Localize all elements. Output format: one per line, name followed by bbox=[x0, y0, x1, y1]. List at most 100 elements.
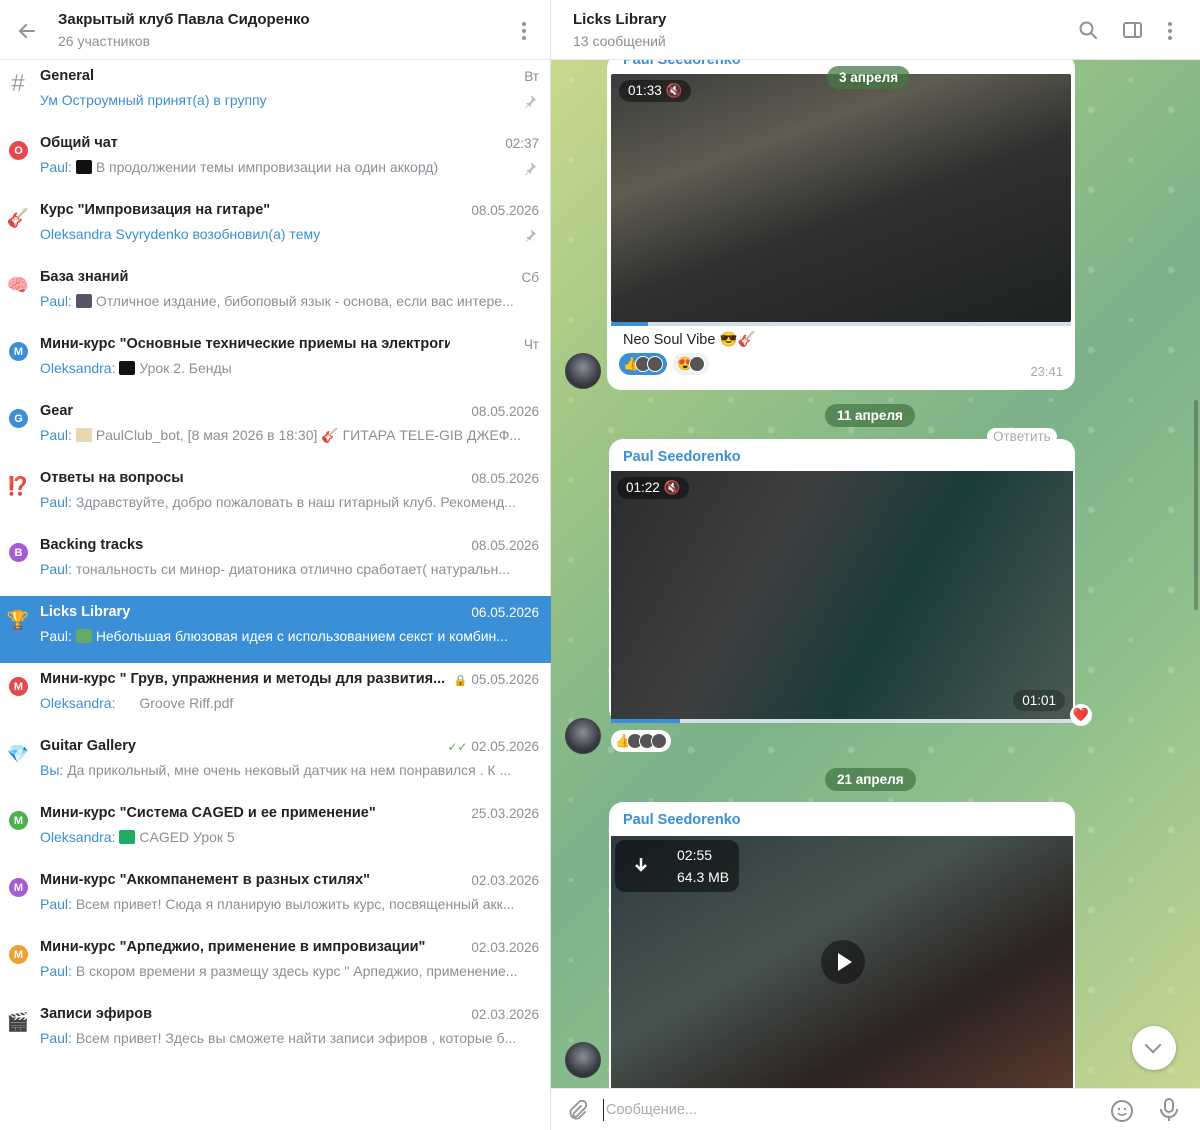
chat-title[interactable]: Licks Library bbox=[573, 11, 666, 28]
topic-name: Мини-курс "Основные технические приемы н… bbox=[40, 336, 450, 352]
video-preview[interactable]: 01:22 🔇 01:01 bbox=[611, 471, 1073, 719]
topic-date-text: 06.05.2026 bbox=[471, 605, 539, 620]
heart-reaction-icon[interactable]: ❤️ bbox=[1070, 704, 1092, 726]
reactions: 👍 😍 bbox=[619, 353, 710, 375]
sender-avatar[interactable] bbox=[565, 718, 601, 754]
topic-letter-icon: О bbox=[9, 141, 28, 160]
topic-last-message: Ум Остроумный принят(а) в группу bbox=[40, 92, 540, 108]
topic-row[interactable]: М Мини-курс "Аккомпанемент в разных стиля… bbox=[0, 864, 551, 931]
message-area[interactable]: 01:33 🔇 3 апреля Neo Soul Vibe 😎🎸 👍 😍 23… bbox=[551, 60, 1200, 1088]
microphone-icon[interactable] bbox=[1159, 1098, 1179, 1122]
topic-name: Guitar Gallery bbox=[40, 738, 136, 754]
video-message-1[interactable]: 01:33 🔇 3 апреля Neo Soul Vibe 😎🎸 👍 😍 23… bbox=[607, 60, 1075, 390]
topic-row[interactable]: М Мини-курс " Грув, упражнения и методы д… bbox=[0, 663, 551, 730]
topic-emoji-icon: 🏆 bbox=[6, 609, 30, 630]
muted-icon[interactable]: 🔇 bbox=[666, 83, 683, 98]
topic-row[interactable]: М Мини-курс "Арпеджио, применение в импро… bbox=[0, 931, 551, 998]
sender-avatar[interactable] bbox=[565, 353, 601, 389]
sender-avatar[interactable] bbox=[565, 1042, 601, 1078]
topic-letter-icon: G bbox=[9, 409, 28, 428]
message-preview: Всем привет! Здесь вы сможете найти запи… bbox=[75, 1030, 517, 1046]
topic-list: # General Вт Ум Остроумный принят(а) в груп… bbox=[0, 60, 551, 1065]
back-arrow-icon[interactable] bbox=[16, 20, 38, 42]
message-time: 23:41 bbox=[1030, 364, 1063, 379]
topic-row[interactable]: М Мини-курс "Система CAGED и ее применени… bbox=[0, 797, 551, 864]
topic-date-text: 02.03.2026 bbox=[471, 940, 539, 955]
message-sender: Oleksandra: bbox=[40, 360, 116, 376]
topic-date-text: 25.03.2026 bbox=[471, 806, 539, 821]
reaction-thumbs-up[interactable]: 👍 bbox=[619, 353, 668, 375]
group-title[interactable]: Закрытый клуб Павла Сидоренко bbox=[58, 11, 310, 28]
topic-row[interactable]: М Мини-курс "Основные технические приемы … bbox=[0, 328, 551, 395]
topic-last-message: Paul: В скором времени я размещу здесь к… bbox=[40, 963, 540, 979]
topic-row[interactable]: 🧠 База знаний Сб Paul: Отличное издание, би… bbox=[0, 261, 551, 328]
topic-letter-icon: М bbox=[9, 878, 28, 897]
download-box[interactable]: 02:55 64.3 MB bbox=[615, 840, 739, 892]
topic-date: 08.05.2026 bbox=[471, 471, 539, 486]
topic-name: Мини-курс "Арпеджио, применение в импров… bbox=[40, 939, 426, 955]
topic-date: Сб bbox=[522, 270, 539, 285]
topic-name: База знаний bbox=[40, 269, 129, 285]
video-message-3[interactable]: Paul Seedorenko 02:55 64.3 MB bbox=[609, 802, 1075, 1088]
topic-row[interactable]: G Gear 08.05.2026 Paul: PaulClub_bot, [8 ма… bbox=[0, 395, 551, 462]
topic-last-message: Paul: Здравствуйте, добро пожаловать в н… bbox=[40, 494, 540, 510]
video-progress[interactable] bbox=[611, 719, 1073, 723]
topic-row[interactable]: О Общий чат 02:37 Paul: В продолжении темы … bbox=[0, 127, 551, 194]
emoji-icon[interactable] bbox=[1111, 1100, 1133, 1122]
video-progress[interactable] bbox=[611, 322, 1071, 326]
topic-row[interactable]: B Backing tracks 08.05.2026 Paul: тональнос… bbox=[0, 529, 551, 596]
members-count: 26 участников bbox=[58, 33, 151, 49]
reaction-thumbs-up[interactable]: 👍 bbox=[611, 730, 672, 752]
muted-icon[interactable]: 🔇 bbox=[664, 480, 681, 495]
message-input[interactable] bbox=[603, 1099, 1063, 1121]
play-icon[interactable] bbox=[821, 940, 865, 984]
avatar bbox=[689, 356, 706, 372]
topic-last-message: Oleksandra: CAGED Урок 5 bbox=[40, 829, 540, 845]
sender-name[interactable]: Paul Seedorenko bbox=[623, 60, 741, 68]
date-chip: 3 апреля bbox=[827, 66, 911, 89]
file-size: 64.3 MB bbox=[677, 869, 730, 885]
reply-button[interactable]: Ответить bbox=[987, 428, 1057, 445]
system-message: Ум Остроумный принят(а) в группу bbox=[40, 92, 267, 108]
topic-row[interactable]: 🎸 Курс "Импровизация на гитаре" 08.05.2026… bbox=[0, 194, 551, 261]
topic-emoji-icon: ⁉️ bbox=[6, 475, 30, 496]
chat-pane: Licks Library 13 сообщений 01:33 🔇 3 апр… bbox=[551, 0, 1200, 1130]
topic-date: 08.05.2026 bbox=[471, 404, 539, 419]
topic-row[interactable]: 🎬 Записи эфиров 02.03.2026 Paul: Всем приве… bbox=[0, 998, 551, 1065]
download-icon[interactable] bbox=[633, 856, 649, 881]
video-preview[interactable]: 02:55 64.3 MB bbox=[611, 836, 1073, 1088]
scrollbar[interactable] bbox=[1194, 400, 1198, 610]
system-message: Oleksandra Svyrydenko возобновил(а) тему bbox=[40, 226, 321, 242]
topic-row[interactable]: 💎 Guitar Gallery ✓✓ 02.05.2026 Вы: Да прикол… bbox=[0, 730, 551, 797]
message-sender: Paul: bbox=[40, 561, 72, 577]
topic-date-text: 08.05.2026 bbox=[471, 538, 539, 553]
topic-row[interactable]: ⁉️ Ответы на вопросы 08.05.2026 Paul: Здрав… bbox=[0, 462, 551, 529]
search-icon[interactable] bbox=[1079, 21, 1097, 39]
topic-name: General bbox=[40, 68, 94, 84]
message-count: 13 сообщений bbox=[573, 33, 666, 49]
sidebar-toggle-icon[interactable] bbox=[1123, 22, 1142, 38]
avatar bbox=[651, 733, 668, 749]
scroll-down-button[interactable] bbox=[1132, 1026, 1176, 1070]
message-sender: Paul: bbox=[40, 1030, 72, 1046]
more-menu-icon[interactable] bbox=[522, 22, 526, 40]
remaining-time: 01:01 bbox=[1013, 690, 1065, 711]
video-message-2[interactable]: Paul Seedorenko 01:22 🔇 01:01 bbox=[609, 439, 1075, 723]
topic-row[interactable]: # General Вт Ум Остроумный принят(а) в груп… bbox=[0, 60, 551, 127]
more-menu-icon[interactable] bbox=[1168, 22, 1172, 40]
date-chip: 11 апреля bbox=[825, 404, 915, 427]
message-sender: Вы: bbox=[40, 762, 64, 778]
attach-icon[interactable] bbox=[567, 1099, 588, 1128]
topic-date: 02.03.2026 bbox=[471, 940, 539, 955]
message-preview: PaulClub_bot, [8 мая 2026 в 18:30] 🎸 ГИТ… bbox=[95, 427, 522, 443]
video-preview[interactable]: 01:33 🔇 bbox=[611, 74, 1071, 322]
progress-fill bbox=[611, 322, 648, 326]
topic-row[interactable]: 🏆 Licks Library 06.05.2026 Paul: Небольшая … bbox=[0, 596, 551, 663]
sender-name[interactable]: Paul Seedorenko bbox=[623, 812, 741, 828]
media-thumbnail bbox=[75, 294, 92, 308]
sender-name[interactable]: Paul Seedorenko bbox=[623, 449, 741, 465]
reaction-heart-eyes[interactable]: 😍 bbox=[673, 353, 710, 375]
message-preview: Небольшая блюзовая идея с использованием… bbox=[95, 628, 508, 644]
topic-emoji-icon: 🎸 bbox=[6, 207, 30, 228]
topic-date-text: Чт bbox=[523, 337, 539, 352]
